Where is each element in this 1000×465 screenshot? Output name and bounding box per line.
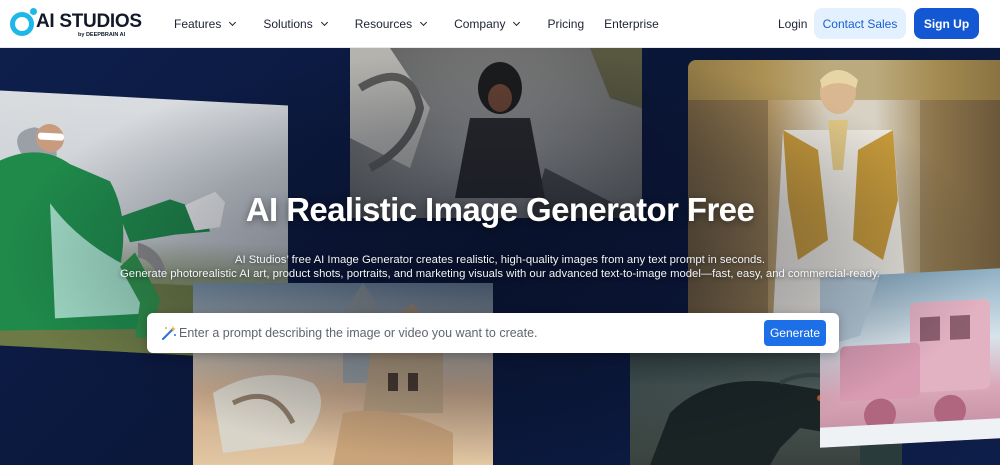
menu-features[interactable]: Features <box>174 17 237 31</box>
logo-ring-icon <box>10 12 34 36</box>
hero-section: AI Realistic Image Generator Free AI Stu… <box>0 48 1000 465</box>
hero-title: AI Realistic Image Generator Free <box>245 191 755 228</box>
generate-button[interactable]: Generate <box>764 320 826 346</box>
chevron-down-icon <box>229 18 237 27</box>
hero-subtitle-line-1: AI Studios’ free AI Image Generator crea… <box>234 254 766 266</box>
menu-enterprise[interactable]: Enterprise <box>604 17 659 31</box>
logo-subtext: by DEEPBRAIN AI <box>78 32 126 38</box>
menu-company-label: Company <box>454 17 506 31</box>
prompt-input[interactable] <box>179 313 759 353</box>
top-navbar: AI STUDIOS by DEEPBRAIN AI Features Solu… <box>0 0 1000 48</box>
ai-studios-logo[interactable]: AI STUDIOS by DEEPBRAIN AI <box>10 7 142 41</box>
menu-solutions[interactable]: Solutions <box>263 17 328 31</box>
logo-text: AI STUDIOS <box>36 11 142 32</box>
chevron-down-icon <box>320 18 328 27</box>
chevron-down-icon <box>513 18 521 27</box>
prompt-bar: Generate <box>147 313 839 353</box>
menu-company[interactable]: Company <box>454 17 521 31</box>
contact-sales-button[interactable]: Contact Sales <box>814 8 906 39</box>
menu-features-label: Features <box>174 17 222 31</box>
magic-wand-icon <box>162 326 176 340</box>
menu-solutions-label: Solutions <box>263 17 313 31</box>
login-link[interactable]: Login <box>778 17 807 31</box>
hero-subtitle: AI Studios’ free AI Image Generator crea… <box>60 253 940 281</box>
menu-resources[interactable]: Resources <box>354 17 428 31</box>
menu-enterprise-label: Enterprise <box>604 17 659 31</box>
main-menu: Features Solutions Resources Company Pri… <box>174 0 679 48</box>
chevron-down-icon <box>420 18 428 27</box>
sign-up-button[interactable]: Sign Up <box>914 8 979 39</box>
menu-resources-label: Resources <box>354 17 413 31</box>
menu-pricing-label: Pricing <box>547 17 585 31</box>
menu-pricing[interactable]: Pricing <box>547 17 584 31</box>
hero-subtitle-line-2: Generate photorealistic AI art, product … <box>120 268 880 280</box>
